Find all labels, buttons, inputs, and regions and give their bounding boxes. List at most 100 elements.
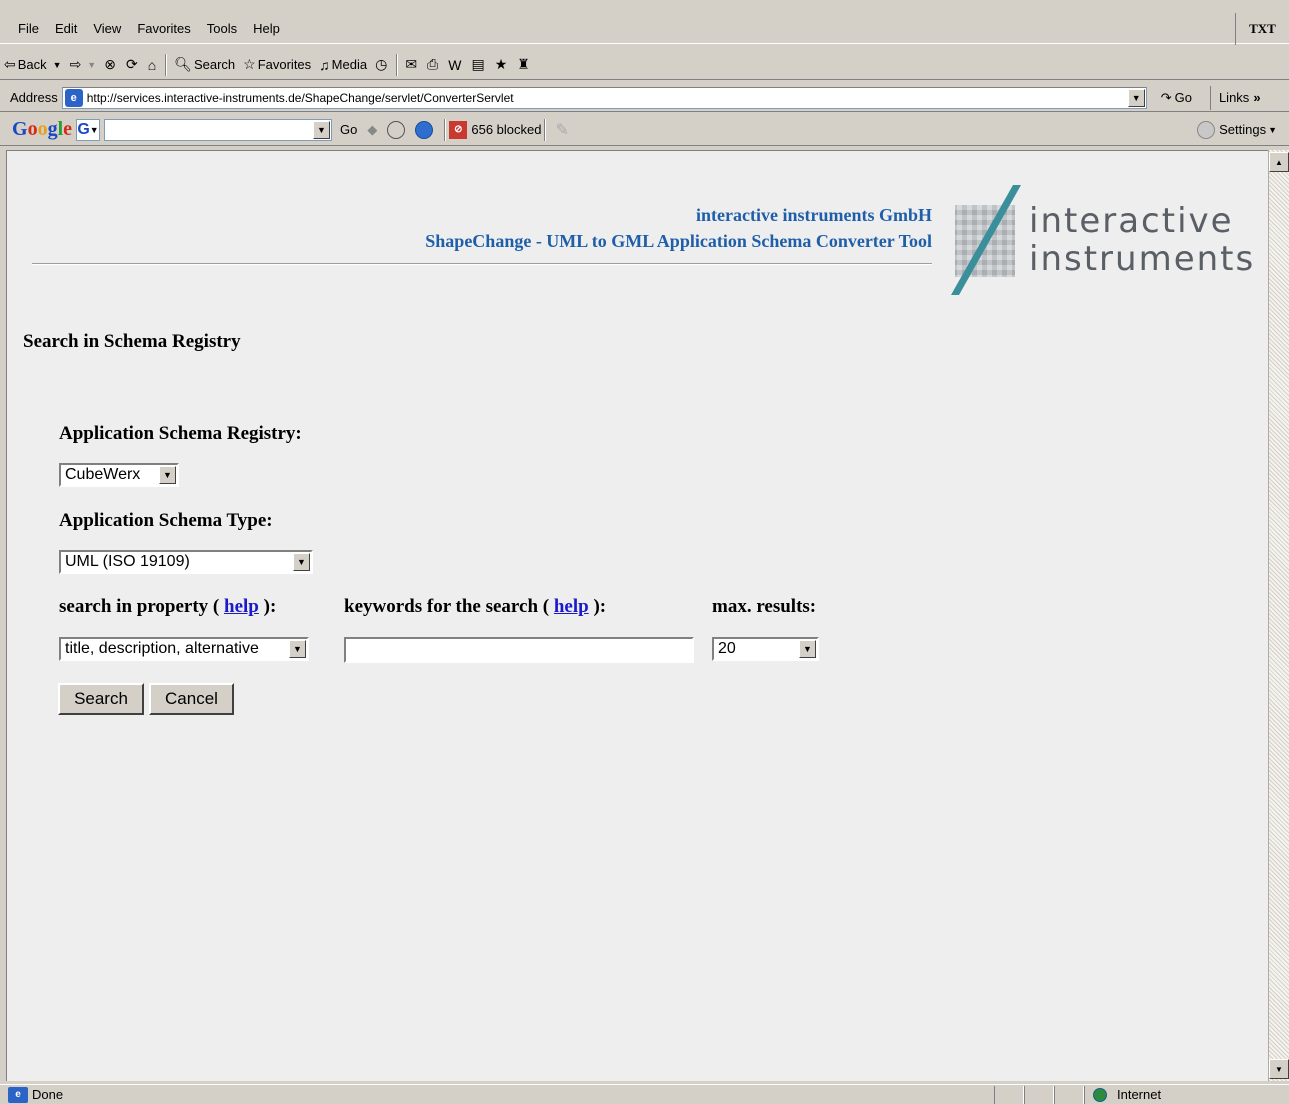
pagerank-icon[interactable]: ◆ bbox=[367, 122, 377, 138]
google-toolbar: Google G ▼ ▼ Go ◆ ⊘ 656 blocked ✎ Settings… bbox=[0, 114, 1289, 146]
menu-edit[interactable]: Edit bbox=[47, 21, 85, 36]
menu-favorites[interactable]: Favorites bbox=[129, 21, 198, 36]
max-results-select[interactable]: 20 ▼ bbox=[712, 637, 819, 661]
history-button[interactable]: ◷ bbox=[371, 53, 393, 77]
property-label-text: search in property ( bbox=[59, 596, 220, 617]
go-button[interactable]: ↷ Go bbox=[1161, 90, 1192, 106]
property-label-suffix: ): bbox=[263, 596, 277, 617]
autofill-icon[interactable]: ✎ bbox=[555, 120, 568, 140]
property-select[interactable]: title, description, alternative ▼ bbox=[59, 637, 309, 661]
menu-tools[interactable]: Tools bbox=[199, 21, 245, 36]
favorites-icon: ☆ bbox=[243, 56, 256, 72]
settings-label: Settings bbox=[1219, 122, 1267, 137]
cancel-button[interactable]: Cancel bbox=[149, 683, 234, 715]
keywords-label-text: keywords for the search ( bbox=[344, 596, 550, 617]
status-pane bbox=[1054, 1085, 1084, 1104]
google-logo-letter: G bbox=[12, 118, 28, 140]
google-search-input[interactable]: ▼ bbox=[104, 118, 333, 141]
type-select[interactable]: UML (ISO 19109) ▼ bbox=[59, 550, 313, 574]
toolbar-separator bbox=[444, 118, 447, 141]
discuss-button[interactable]: ▤ bbox=[467, 53, 490, 77]
page-done-icon: e bbox=[8, 1086, 28, 1103]
favorites-button[interactable]: ☆ Favorites bbox=[239, 53, 315, 77]
google-search-type-icon[interactable]: G ▼ bbox=[76, 118, 101, 141]
chevron-right-icon: » bbox=[1253, 90, 1261, 105]
menu-help[interactable]: Help bbox=[245, 21, 288, 36]
chevron-down-icon: ▼ bbox=[87, 59, 97, 70]
blocked-count: 656 blocked bbox=[471, 122, 542, 137]
registry-selected-value: CubeWerx bbox=[65, 466, 141, 483]
google-go-button[interactable]: Go bbox=[340, 122, 357, 137]
research-icon: ♜ bbox=[517, 56, 530, 72]
vertical-scrollbar[interactable]: ▲ ▼ bbox=[1268, 150, 1289, 1081]
back-label: Back bbox=[17, 57, 47, 72]
type-label: Application Schema Type: bbox=[59, 510, 273, 531]
links-button[interactable]: Links» bbox=[1209, 85, 1261, 110]
compass-icon[interactable] bbox=[387, 120, 406, 139]
google-logo[interactable]: Google bbox=[0, 118, 76, 141]
home-button[interactable]: ⌂ bbox=[144, 53, 162, 77]
chevron-down-icon: ▼ bbox=[293, 553, 310, 571]
address-label: Address bbox=[10, 90, 58, 105]
chevron-down-icon: ▼ bbox=[52, 59, 62, 70]
property-selected-value: title, description, alternative bbox=[65, 640, 259, 657]
toolbar-separator bbox=[544, 118, 547, 141]
history-icon: ◷ bbox=[375, 56, 388, 72]
scroll-up-icon[interactable]: ▲ bbox=[1269, 152, 1289, 172]
header-divider bbox=[32, 263, 932, 265]
company-logo-line1: interactive bbox=[1029, 201, 1234, 241]
status-text: Done bbox=[32, 1087, 64, 1102]
go-arrow-icon: ↷ bbox=[1160, 89, 1172, 105]
page-viewport: interactive instruments GmbH ShapeChange… bbox=[6, 150, 1268, 1081]
property-label: search in property ( help ): bbox=[59, 596, 276, 618]
address-dropdown-icon[interactable]: ▼ bbox=[1127, 88, 1145, 107]
security-zone: Internet bbox=[1084, 1085, 1289, 1104]
edit-button[interactable]: W bbox=[444, 53, 467, 77]
messenger-button[interactable]: ★ bbox=[491, 53, 514, 77]
home-icon: ⌂ bbox=[147, 56, 157, 73]
forward-arrow-icon: ⇨ bbox=[69, 56, 82, 72]
media-button[interactable]: ♫ Media bbox=[315, 53, 371, 77]
mail-button[interactable]: ✉ bbox=[401, 53, 423, 77]
word-icon: W bbox=[448, 56, 462, 73]
page-icon: e bbox=[64, 88, 83, 107]
refresh-icon: ⟳ bbox=[125, 56, 138, 72]
back-button[interactable]: ⇦ Back ▼ bbox=[0, 53, 66, 77]
forward-button[interactable]: ⇨ ▼ bbox=[66, 53, 101, 77]
address-input[interactable]: e http://services.interactive-instrument… bbox=[61, 86, 1147, 109]
standard-toolbar: ⇦ Back ▼ ⇨ ▼ ⊗ ⟳ ⌂ 🔍︎ Search ☆ Favorites ♫ Med… bbox=[0, 50, 1289, 80]
search-label: Search bbox=[193, 57, 236, 72]
chevron-down-icon: ▼ bbox=[1268, 124, 1277, 135]
company-logo-mark bbox=[951, 185, 1021, 295]
menu-file[interactable]: File bbox=[0, 21, 47, 36]
popup-blocker[interactable]: ⊘ 656 blocked bbox=[449, 120, 542, 139]
registry-select[interactable]: CubeWerx ▼ bbox=[59, 463, 179, 487]
property-help-link[interactable]: help bbox=[224, 596, 259, 617]
globe-icon[interactable] bbox=[415, 120, 434, 139]
print-button[interactable]: ⎙ bbox=[423, 53, 444, 77]
refresh-button[interactable]: ⟳ bbox=[122, 53, 144, 77]
type-selected-value: UML (ISO 19109) bbox=[65, 553, 190, 570]
google-search-dropdown-icon[interactable]: ▼ bbox=[313, 120, 331, 139]
links-label: Links bbox=[1218, 90, 1250, 105]
search-button[interactable]: 🔍︎ Search bbox=[170, 53, 239, 77]
max-results-value: 20 bbox=[718, 640, 736, 657]
search-icon: 🔍︎ bbox=[174, 56, 192, 72]
favorites-label: Favorites bbox=[257, 57, 312, 72]
mail-icon: ✉ bbox=[405, 56, 418, 72]
menu-view[interactable]: View bbox=[85, 21, 129, 36]
status-bar: e Done Internet bbox=[0, 1084, 1289, 1104]
scroll-down-icon[interactable]: ▼ bbox=[1269, 1059, 1289, 1079]
research-button[interactable]: ♜ bbox=[513, 53, 536, 77]
chevron-down-icon: ▼ bbox=[799, 640, 816, 658]
keywords-input[interactable] bbox=[344, 637, 694, 663]
settings-button[interactable]: Settings ▼ bbox=[1197, 120, 1277, 139]
status-pane bbox=[994, 1085, 1024, 1104]
stop-button[interactable]: ⊗ bbox=[100, 53, 122, 77]
page-title: Search in Schema Registry bbox=[23, 331, 241, 352]
keywords-help-link[interactable]: help bbox=[554, 596, 589, 617]
search-submit-button[interactable]: Search bbox=[58, 683, 144, 715]
messenger-icon: ★ bbox=[494, 56, 508, 72]
address-url: http://services.interactive-instruments.… bbox=[86, 90, 514, 105]
go-label: Go bbox=[1174, 90, 1192, 105]
